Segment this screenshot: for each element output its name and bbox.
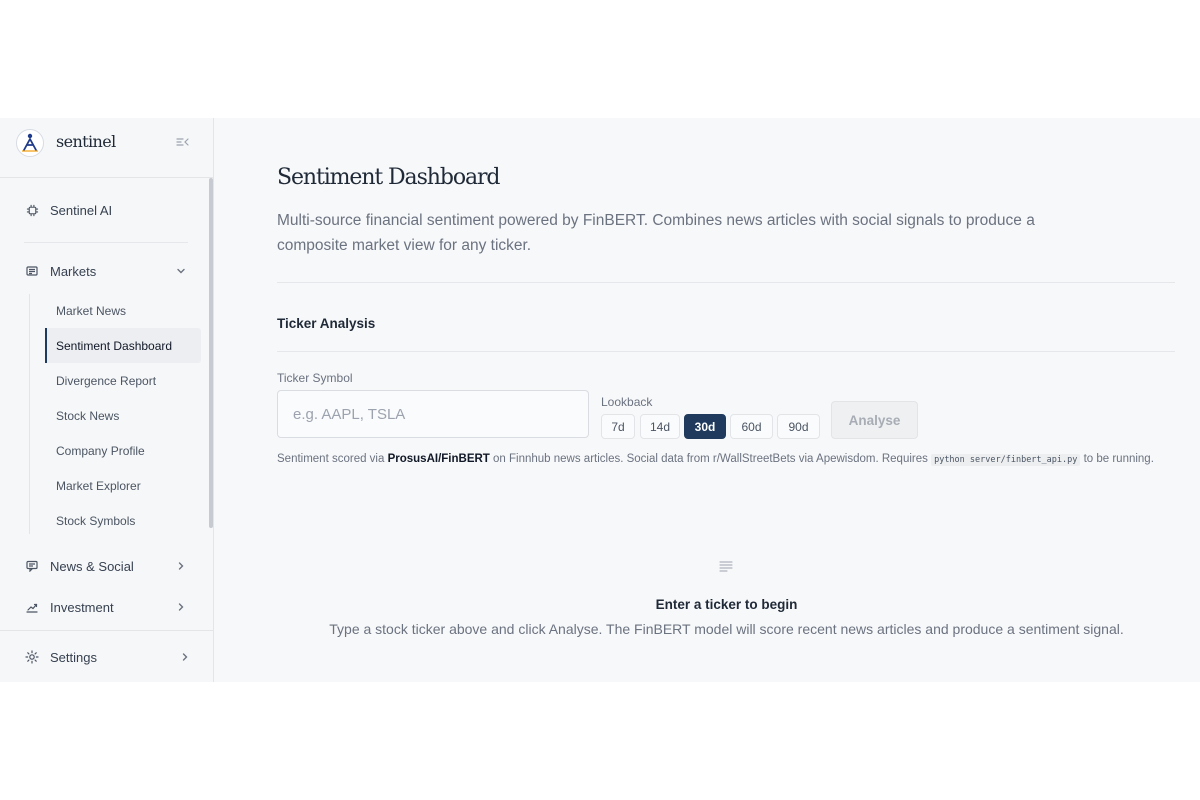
sidebar-item-sentinel-ai[interactable]: Sentinel AI <box>16 195 196 225</box>
help-prefix: Sentiment scored via <box>277 453 388 465</box>
section-title: Ticker Analysis <box>277 316 376 331</box>
chevron-right-icon <box>174 600 188 614</box>
section-divider <box>277 351 1175 352</box>
sidebar-item-label: News & Social <box>50 558 134 574</box>
help-suffix: to be running. <box>1080 453 1154 465</box>
gear-icon <box>24 649 40 665</box>
sidebar-item-market-explorer[interactable]: Market Explorer <box>45 468 201 503</box>
ticker-input[interactable] <box>277 390 589 438</box>
help-middle: on Finnhub news articles. Social data fr… <box>489 453 932 465</box>
page-title: Sentiment Dashboard <box>277 165 500 190</box>
logo-icon <box>16 129 44 157</box>
brand-name: sentinel <box>56 132 116 151</box>
sidebar-item-divergence-report[interactable]: Divergence Report <box>45 363 201 398</box>
sidebar-item-label: Markets <box>50 263 97 279</box>
text-lines-icon <box>718 558 734 574</box>
empty-state-title: Enter a ticker to begin <box>655 597 798 612</box>
sidebar-item-news-social[interactable]: News & Social <box>16 551 196 581</box>
model-name: ProsusAI/FinBERT <box>387 453 490 465</box>
sidebar-item-label: Sentinel AI <box>50 202 113 218</box>
lookback-option-14d[interactable]: 14d <box>640 414 680 439</box>
main-content: Sentiment Dashboard Multi-source financi… <box>215 118 1200 682</box>
sidebar: sentinel Sentinel AI Markets Market News… <box>0 118 214 682</box>
lookback-label: Lookback <box>601 395 653 409</box>
sidebar-footer-divider <box>0 630 214 631</box>
page-description: Multi-source financial sentiment powered… <box>277 212 1035 254</box>
sidebar-item-investment[interactable]: Investment <box>16 592 196 622</box>
submenu-guide-line <box>29 294 30 534</box>
ticker-symbol-label: Ticker Symbol <box>277 371 353 385</box>
brand-header: sentinel <box>0 118 214 178</box>
chevron-down-icon <box>174 264 188 278</box>
command-code: python server/finbert_api.py <box>931 454 1081 466</box>
lookback-option-60d[interactable]: 60d <box>730 414 773 439</box>
analyse-button[interactable]: Analyse <box>831 401 918 439</box>
chevron-right-icon <box>178 650 192 664</box>
section-divider <box>277 282 1175 283</box>
sidebar-divider <box>24 242 188 243</box>
sidebar-item-company-profile[interactable]: Company Profile <box>45 433 201 468</box>
sidebar-item-market-news[interactable]: Market News <box>45 293 201 328</box>
lookback-option-30d[interactable]: 30d <box>684 414 726 439</box>
trend-icon <box>24 599 40 615</box>
sidebar-item-markets[interactable]: Markets <box>16 256 196 286</box>
sidebar-item-label: Settings <box>50 649 97 665</box>
lookback-option-7d[interactable]: 7d <box>601 414 635 439</box>
sidebar-scrollbar[interactable] <box>209 178 213 528</box>
collapse-sidebar-icon[interactable] <box>176 135 196 151</box>
sidebar-item-stock-news[interactable]: Stock News <box>45 398 201 433</box>
empty-state-description: Type a stock ticker above and click Anal… <box>329 621 1124 637</box>
help-text: Sentiment scored via ProsusAI/FinBERT on… <box>277 451 1175 468</box>
chevron-right-icon <box>174 559 188 573</box>
sidebar-item-sentiment-dashboard[interactable]: Sentiment Dashboard <box>45 328 201 363</box>
newspaper-icon <box>24 263 40 279</box>
lookback-option-90d[interactable]: 90d <box>777 414 820 439</box>
sidebar-item-settings[interactable]: Settings <box>16 642 196 672</box>
app-window: sentinel Sentinel AI Markets Market News… <box>0 118 1200 682</box>
message-icon <box>24 558 40 574</box>
sidebar-item-label: Investment <box>50 599 114 615</box>
sidebar-item-stock-symbols[interactable]: Stock Symbols <box>45 503 201 538</box>
chip-icon <box>24 202 40 218</box>
